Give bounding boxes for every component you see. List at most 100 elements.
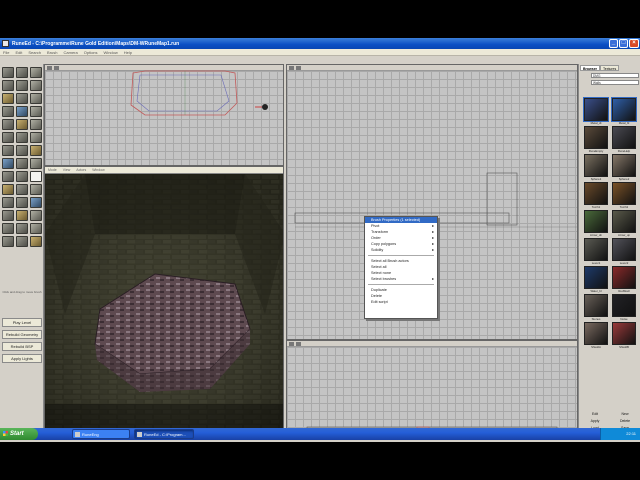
tool-icon[interactable] xyxy=(2,171,14,182)
tool-icon[interactable] xyxy=(30,67,42,78)
tool-icon[interactable] xyxy=(2,145,14,156)
top-viewport[interactable] xyxy=(44,64,284,166)
tool-icon[interactable] xyxy=(2,223,14,234)
title-bar[interactable]: RuneEd - C:\Programme\Rune Gold Edition\… xyxy=(0,38,640,49)
texture-name: Lever1 xyxy=(591,261,601,265)
tool-icon[interactable] xyxy=(30,171,42,182)
perspective-viewport[interactable]: Mode View Actors Window xyxy=(44,166,284,439)
context-menu-label: Select all Brush actors xyxy=(371,259,409,263)
tool-icon[interactable] xyxy=(2,80,14,91)
texture-thumbnail[interactable]: Sphere1 xyxy=(584,154,608,181)
vp-menu-view[interactable]: View xyxy=(60,167,74,174)
context-menu-item[interactable]: Edit script xyxy=(365,299,437,305)
texture-thumbnail[interactable]: Stones xyxy=(584,294,608,321)
texture-thumbnail[interactable]: RedSkull xyxy=(612,266,636,293)
tool-icon[interactable] xyxy=(2,184,14,195)
tool-icon[interactable] xyxy=(16,171,28,182)
tool-icon[interactable] xyxy=(30,106,42,117)
close-button[interactable]: × xyxy=(629,39,639,48)
texture-thumbnail[interactable]: Arrow_up xyxy=(612,210,636,237)
tool-icon[interactable] xyxy=(16,93,28,104)
maximize-button[interactable]: □ xyxy=(619,39,628,48)
menu-camera[interactable]: Camera xyxy=(61,49,81,56)
tool-icon[interactable] xyxy=(16,236,28,247)
texture-thumbnail[interactable]: Lever2 xyxy=(612,238,636,265)
front-viewport[interactable] xyxy=(286,340,578,439)
tool-icon[interactable] xyxy=(30,184,42,195)
menu-help[interactable]: Help xyxy=(121,49,135,56)
tool-icon[interactable] xyxy=(30,119,42,130)
browser-new-button[interactable]: New xyxy=(611,411,639,417)
play-level-button[interactable]: Play Level xyxy=(2,318,42,327)
texture-thumbnail[interactable]: Lever1 xyxy=(584,238,608,265)
apply-lights-button[interactable]: Apply Lights xyxy=(2,354,42,363)
tool-icon[interactable] xyxy=(16,67,28,78)
tool-icon[interactable] xyxy=(16,132,28,143)
tool-icon[interactable] xyxy=(16,80,28,91)
tool-icon[interactable] xyxy=(2,158,14,169)
texture-thumbnail[interactable]: ShieldA xyxy=(584,322,608,349)
rebuild-geometry-button[interactable]: Rebuild Geometry xyxy=(2,330,42,339)
texture-thumbnail[interactable]: Arrow_dn xyxy=(584,210,608,237)
minimize-button[interactable]: _ xyxy=(609,39,618,48)
package-select[interactable]: DMG xyxy=(591,73,639,78)
vp-menu-actors[interactable]: Actors xyxy=(73,167,89,174)
tool-icon[interactable] xyxy=(30,210,42,221)
task-runeeng[interactable]: RuneEng xyxy=(72,429,130,439)
tab-textures[interactable]: Textures xyxy=(600,65,620,71)
tool-icon[interactable] xyxy=(30,93,42,104)
vp-menu-mode[interactable]: Mode xyxy=(45,167,60,174)
tab-browser[interactable]: Browser xyxy=(580,65,601,71)
tool-icon[interactable] xyxy=(2,197,14,208)
browser-apply-button[interactable]: Apply xyxy=(581,418,609,424)
task-runeed[interactable]: RuneEd - C:\Program... xyxy=(134,429,194,439)
tool-icon[interactable] xyxy=(16,223,28,234)
tool-icon[interactable] xyxy=(16,106,28,117)
texture-thumbnail[interactable]: Sphere2 xyxy=(612,154,636,181)
tool-icon[interactable] xyxy=(2,132,14,143)
tool-icon[interactable] xyxy=(16,184,28,195)
rebuild-bsp-button[interactable]: Rebuild BSP xyxy=(2,342,42,351)
menu-brush[interactable]: Brush xyxy=(44,49,60,56)
menu-file[interactable]: File xyxy=(0,49,12,56)
texture-thumbnail[interactable]: Torch2 xyxy=(612,182,636,209)
texture-thumbnail[interactable]: Noise xyxy=(612,294,636,321)
texture-thumbnail[interactable]: Water_bl xyxy=(584,266,608,293)
texture-thumbnail[interactable]: Torch1 xyxy=(584,182,608,209)
tool-icon[interactable] xyxy=(30,132,42,143)
tool-icon[interactable] xyxy=(16,119,28,130)
tool-icon[interactable] xyxy=(2,210,14,221)
menu-search[interactable]: Search xyxy=(25,49,44,56)
start-button[interactable]: Start xyxy=(0,428,38,440)
vp-menu-window[interactable]: Window xyxy=(89,167,107,174)
texture-thumbnail[interactable]: RuneHelp xyxy=(612,126,636,153)
texture-thumbnail[interactable]: Metal_dt xyxy=(583,97,609,125)
tool-icon[interactable] xyxy=(2,119,14,130)
tool-icon[interactable] xyxy=(16,158,28,169)
tool-icon[interactable] xyxy=(2,93,14,104)
tool-icon[interactable] xyxy=(16,197,28,208)
texture-thumbnail[interactable]: RuneEmpty xyxy=(584,126,608,153)
tool-icon[interactable] xyxy=(2,106,14,117)
texture-thumbnail[interactable]: ShieldB xyxy=(612,322,636,349)
tool-icon[interactable] xyxy=(2,67,14,78)
tool-icon[interactable] xyxy=(16,145,28,156)
context-menu-label: Copy polygons xyxy=(371,242,397,246)
menu-window[interactable]: Window xyxy=(101,49,121,56)
tool-icon[interactable] xyxy=(30,223,42,234)
menu-edit[interactable]: Edit xyxy=(12,49,25,56)
tool-icon[interactable] xyxy=(2,236,14,247)
group-select[interactable]: Walls xyxy=(591,80,639,85)
tool-icon[interactable] xyxy=(30,197,42,208)
tool-icon[interactable] xyxy=(30,236,42,247)
context-menu-item[interactable]: Select brushes ▸ xyxy=(365,276,437,282)
texture-thumbnail[interactable]: Metal_bl xyxy=(611,97,637,125)
menu-options[interactable]: Options xyxy=(81,49,101,56)
context-menu-item[interactable]: Solidity ▸ xyxy=(365,247,437,253)
browser-delete-button[interactable]: Delete xyxy=(611,418,639,424)
tool-icon[interactable] xyxy=(30,158,42,169)
tool-icon[interactable] xyxy=(30,80,42,91)
tool-icon[interactable] xyxy=(30,145,42,156)
browser-edit-button[interactable]: Edit xyxy=(581,411,609,417)
tool-icon[interactable] xyxy=(16,210,28,221)
